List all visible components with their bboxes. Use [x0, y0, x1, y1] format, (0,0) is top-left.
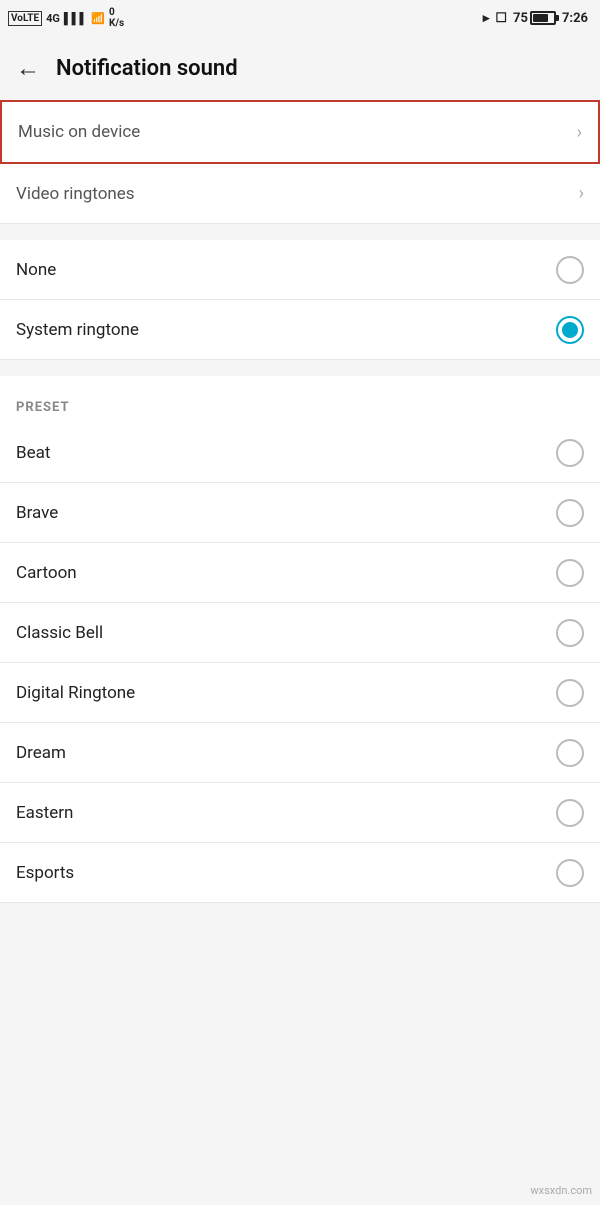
- digital-ringtone-label: Digital Ringtone: [16, 683, 135, 703]
- none-radio[interactable]: [556, 256, 584, 284]
- chevron-right-icon: ›: [579, 183, 584, 204]
- beat-label: Beat: [16, 443, 50, 463]
- eastern-option[interactable]: Eastern: [0, 783, 600, 843]
- bluetooth-icon: ▸: [483, 11, 490, 26]
- vibrate-icon: ☐: [495, 11, 507, 26]
- status-bar: VoLTE 4G ▌▌▌ 📶 0K/s ▸ ☐ 75 7:26: [0, 0, 600, 36]
- preset-section-divider: [0, 360, 600, 376]
- beat-radio[interactable]: [556, 439, 584, 467]
- page-title: Notification sound: [56, 56, 238, 81]
- cartoon-radio[interactable]: [556, 559, 584, 587]
- battery-icon: [530, 11, 556, 25]
- esports-option[interactable]: Esports: [0, 843, 600, 903]
- esports-radio[interactable]: [556, 859, 584, 887]
- music-on-device-label: Music on device: [18, 122, 140, 142]
- status-left: VoLTE 4G ▌▌▌ 📶 0K/s: [8, 7, 124, 29]
- time-display: 7:26: [562, 11, 588, 26]
- main-content: Music on device › Video ringtones › None…: [0, 100, 600, 903]
- digital-ringtone-radio[interactable]: [556, 679, 584, 707]
- signal-bars: ▌▌▌: [64, 12, 87, 25]
- beat-option[interactable]: Beat: [0, 423, 600, 483]
- status-right: ▸ ☐ 75 7:26: [483, 11, 588, 26]
- battery-fill: [533, 14, 548, 22]
- digital-ringtone-option[interactable]: Digital Ringtone: [0, 663, 600, 723]
- section-divider: [0, 224, 600, 240]
- none-label: None: [16, 260, 56, 280]
- back-arrow-icon: ←: [16, 54, 40, 83]
- header: ← Notification sound: [0, 36, 600, 100]
- eastern-label: Eastern: [16, 803, 73, 823]
- dream-label: Dream: [16, 743, 66, 763]
- battery-percent: 75: [513, 11, 528, 26]
- system-ringtone-option[interactable]: System ringtone: [0, 300, 600, 360]
- data-speed: 0K/s: [109, 7, 124, 29]
- eastern-radio[interactable]: [556, 799, 584, 827]
- preset-section-header: PRESET: [0, 376, 600, 423]
- classic-bell-label: Classic Bell: [16, 623, 103, 643]
- back-button[interactable]: ←: [16, 54, 40, 83]
- battery-indicator: 75: [513, 11, 556, 26]
- dream-option[interactable]: Dream: [0, 723, 600, 783]
- none-option[interactable]: None: [0, 240, 600, 300]
- system-ringtone-radio[interactable]: [556, 316, 584, 344]
- wifi-icon: 📶: [91, 12, 105, 25]
- network-type: 4G: [46, 12, 60, 25]
- cartoon-label: Cartoon: [16, 563, 77, 583]
- esports-label: Esports: [16, 863, 74, 883]
- chevron-right-icon: ›: [577, 122, 582, 143]
- watermark: wxsxdn.com: [530, 1184, 592, 1197]
- system-ringtone-label: System ringtone: [16, 320, 139, 340]
- video-ringtones-label: Video ringtones: [16, 184, 135, 204]
- dream-radio[interactable]: [556, 739, 584, 767]
- music-on-device-item[interactable]: Music on device ›: [0, 100, 600, 164]
- brave-option[interactable]: Brave: [0, 483, 600, 543]
- brave-radio[interactable]: [556, 499, 584, 527]
- preset-header-text: PRESET: [16, 400, 70, 415]
- brave-label: Brave: [16, 503, 58, 523]
- classic-bell-radio[interactable]: [556, 619, 584, 647]
- classic-bell-option[interactable]: Classic Bell: [0, 603, 600, 663]
- video-ringtones-item[interactable]: Video ringtones ›: [0, 164, 600, 224]
- volte-indicator: VoLTE: [8, 11, 42, 26]
- cartoon-option[interactable]: Cartoon: [0, 543, 600, 603]
